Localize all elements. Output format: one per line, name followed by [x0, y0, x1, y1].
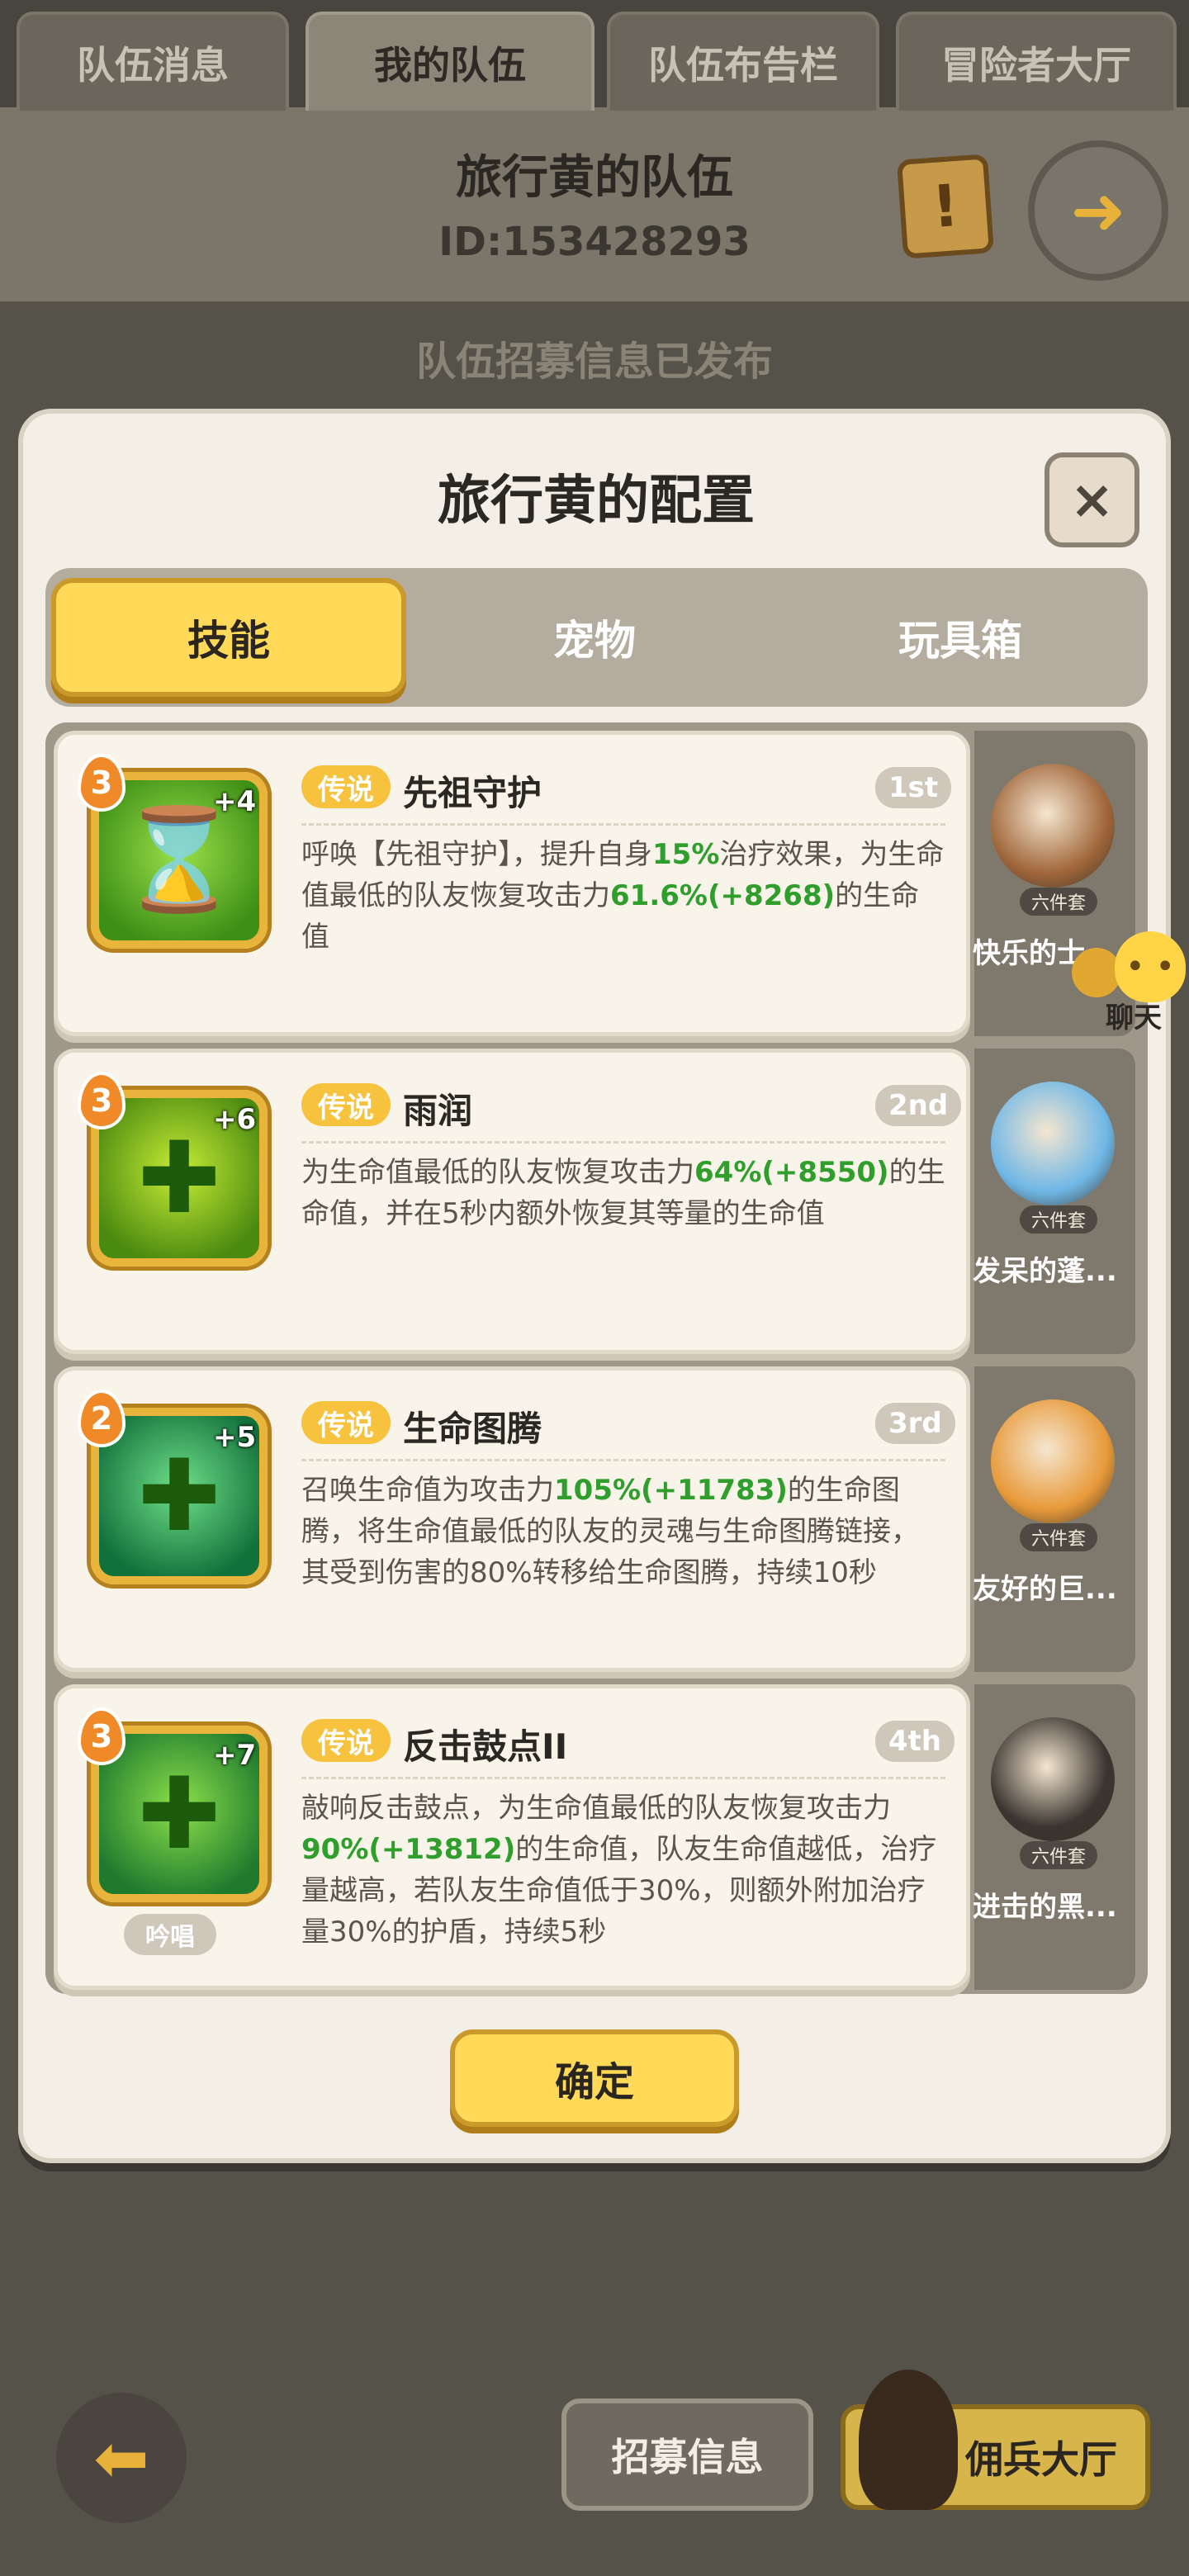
pet-set-badge: 六件套	[1020, 888, 1098, 916]
back-arrow-icon[interactable]: ⬅	[56, 2393, 187, 2523]
skill-value: 90%(+13812)	[301, 1833, 516, 1866]
pet-figure-icon	[991, 1082, 1115, 1205]
skill-text: 召唤生命值为攻击力	[301, 1474, 554, 1507]
skill-rank-badge: 2nd	[875, 1085, 962, 1126]
card-divider	[301, 1777, 945, 1779]
exit-door-icon[interactable]: ➜	[1028, 140, 1168, 281]
skill-upgrade-count: +7	[213, 1739, 257, 1772]
skill-name: 雨润	[403, 1091, 473, 1131]
pet-figure-icon	[991, 1717, 1115, 1841]
pet-figure-icon	[991, 764, 1115, 888]
rarity-badge: 传说	[301, 1401, 391, 1444]
scroll-notice-icon[interactable]: !	[896, 154, 995, 259]
skill-text: 敲响反击鼓点，为生命值最低的队友恢复攻击力	[301, 1792, 891, 1825]
recruit-info-button[interactable]: 招募信息	[561, 2398, 813, 2511]
skill-text: 呼唤【先祖守护】，提升自身	[301, 838, 652, 871]
recruit-published-status: 队伍招募信息已发布	[415, 339, 773, 385]
caveman-avatar-icon	[859, 2370, 958, 2510]
skill-glyph-icon: ✚	[137, 1438, 221, 1554]
skill-description: 为生命值最低的队友恢复攻击力64%(+8550)的生命值，并在5秒内额外恢复其等…	[301, 1152, 945, 1234]
team-id: ID:153428293	[438, 219, 751, 265]
pet-name: 友好的巨...	[973, 1573, 1117, 1606]
tab-skills[interactable]: 技能	[51, 578, 406, 697]
card-divider	[301, 1141, 945, 1144]
pet-set-badge: 六件套	[1020, 1841, 1098, 1869]
pet-set-badge: 六件套	[1020, 1205, 1098, 1234]
skill-name: 生命图腾	[403, 1409, 542, 1449]
skill-value: 61.6%(+8268)	[610, 879, 836, 912]
skill-description: 召唤生命值为攻击力105%(+11783)的生命图腾，将生命值最低的队友的灵魂与…	[301, 1470, 945, 1593]
pet-name: 进击的黑...	[973, 1891, 1117, 1924]
rarity-badge: 传说	[301, 1719, 391, 1762]
confirm-button[interactable]: 确定	[450, 2029, 739, 2127]
skill-description: 敲响反击鼓点，为生命值最低的队友恢复攻击力90%(+13812)的生命值，队友生…	[301, 1788, 945, 1953]
rarity-badge: 传说	[301, 1083, 391, 1126]
skill-glyph-icon: ✚	[137, 1756, 221, 1872]
rarity-badge: 传说	[301, 765, 391, 808]
skill-glyph-icon: ⌛	[117, 803, 241, 917]
tab-team-messages[interactable]: 队伍消息	[17, 12, 289, 111]
skill-glyph-icon: ✚	[137, 1120, 221, 1236]
skill-rank-badge: 3rd	[875, 1403, 955, 1444]
skill-value: 64%(+8550)	[694, 1156, 889, 1189]
modal-title: 旅行黄的配置	[438, 471, 755, 532]
skill-name: 反击鼓点II	[403, 1726, 568, 1767]
pet-figure-icon	[991, 1399, 1115, 1523]
chat-face-icon[interactable]: • •	[1115, 931, 1186, 1002]
skill-description: 呼唤【先祖守护】，提升自身15%治疗效果，为生命值最低的队友恢复攻击力61.6%…	[301, 834, 945, 958]
close-button[interactable]: ×	[1045, 452, 1139, 547]
skill-text: 为生命值最低的队友恢复攻击力	[301, 1156, 694, 1189]
pet-set-badge: 六件套	[1020, 1523, 1098, 1551]
team-title: 旅行黄的队伍	[456, 151, 733, 205]
skill-upgrade-count: +4	[213, 785, 257, 818]
skill-rank-badge: 1st	[875, 767, 952, 808]
chant-tag: 吟唱	[124, 1914, 216, 1955]
tab-my-team[interactable]: 我的队伍	[306, 12, 594, 111]
team-header-background	[0, 107, 1189, 310]
skill-name: 先祖守护	[403, 773, 542, 813]
skill-upgrade-count: +5	[213, 1421, 257, 1454]
skill-upgrade-count: +6	[213, 1103, 257, 1136]
tab-team-bulletin[interactable]: 队伍布告栏	[607, 12, 879, 111]
skill-value: 105%(+11783)	[554, 1474, 788, 1507]
pet-name: 发呆的蓬...	[973, 1255, 1117, 1288]
skill-value: 15%	[652, 838, 720, 871]
skill-rank-badge: 4th	[875, 1721, 955, 1762]
card-divider	[301, 823, 945, 826]
chat-bubble-icon[interactable]	[1072, 948, 1121, 997]
tab-pets[interactable]: 宠物	[417, 578, 772, 697]
chat-label[interactable]: 聊天	[1088, 995, 1179, 1035]
card-divider	[301, 1459, 945, 1461]
tab-adventurer-hall[interactable]: 冒险者大厅	[896, 12, 1177, 111]
tab-toybox[interactable]: 玩具箱	[783, 578, 1138, 697]
